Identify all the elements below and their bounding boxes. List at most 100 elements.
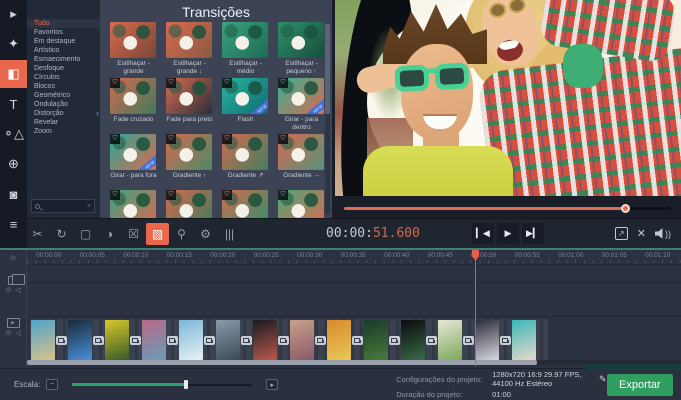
volume-icon[interactable]: )) [655, 228, 671, 239]
favorite-heart-icon[interactable]: ♡ [278, 134, 288, 144]
transition-thumb[interactable]: ♡ NEW [166, 78, 212, 114]
category-item[interactable]: Favoritos [27, 28, 100, 37]
slider-knob[interactable] [184, 380, 188, 389]
transition-badge-icon[interactable] [426, 336, 437, 345]
transition-tile[interactable]: ♡ NEW Estilhaçar - pequeno ↑ [278, 22, 325, 75]
clip-thumbnail[interactable] [216, 320, 240, 360]
category-item[interactable]: Geométrico [27, 91, 100, 100]
edit-tool-button[interactable]: ☒ [122, 223, 145, 245]
transition-tile[interactable]: ♡ NEW Girar - para fora [110, 134, 157, 187]
favorite-heart-icon[interactable]: ♡ [110, 78, 120, 88]
clip-thumbnail[interactable] [142, 320, 166, 360]
transition-tile[interactable]: ♡ NEW [278, 190, 325, 218]
favorite-heart-icon[interactable]: ♡ [222, 134, 232, 144]
edit-tool-button[interactable]: ⚲ [170, 223, 193, 245]
timeline-clip[interactable] [437, 319, 474, 361]
category-item[interactable]: Desfoque [27, 64, 100, 73]
playback-button[interactable]: ▶ [497, 223, 519, 244]
clip-thumbnail[interactable] [68, 320, 92, 360]
transition-tile[interactable]: ♡ NEW Fade cruzado [110, 78, 157, 131]
transition-thumb[interactable]: ♡ NEW [278, 134, 324, 170]
transition-badge-icon[interactable] [93, 336, 104, 345]
clip-thumbnail[interactable] [475, 320, 499, 360]
transition-tile[interactable]: ♡ NEW Estilhaçar - grande [110, 22, 157, 75]
overlay-track[interactable] [27, 283, 681, 317]
seek-handle[interactable] [621, 204, 630, 213]
timeline-clip[interactable] [30, 319, 67, 361]
transition-badge-icon[interactable] [389, 336, 400, 345]
timeline-clip[interactable] [141, 319, 178, 361]
edit-settings-icon[interactable]: ✎ [599, 374, 607, 385]
category-item[interactable]: Blocos [27, 82, 100, 91]
category-item[interactable]: Círculos [27, 73, 100, 82]
transition-thumb[interactable]: ♡ NEW [166, 22, 212, 58]
transition-badge-icon[interactable] [130, 336, 141, 345]
clip-thumbnail[interactable] [327, 320, 351, 360]
clip-thumbnail[interactable] [179, 320, 203, 360]
transition-tile[interactable]: ♡ NEW [222, 190, 269, 218]
transition-thumb[interactable]: ♡ NEW [278, 190, 324, 218]
category-item[interactable]: Esmaecimento [27, 55, 100, 64]
favorite-heart-icon[interactable]: ♡ [166, 134, 176, 144]
edit-tool-button[interactable]: ◑ [98, 223, 121, 245]
transition-badge-icon[interactable] [241, 336, 252, 345]
edit-tool-button[interactable]: ||| [218, 223, 241, 245]
transition-thumb[interactable]: ♡ NEW [222, 190, 268, 218]
favorite-heart-icon[interactable]: ♡ [166, 78, 176, 88]
transition-tile[interactable]: ♡ NEW [166, 190, 213, 218]
collapse-panel-handle[interactable]: ‹ [96, 108, 99, 118]
clip-thumbnail[interactable] [253, 320, 277, 360]
timeline-clip[interactable] [67, 319, 104, 361]
zoom-in-button[interactable]: ▸ [266, 379, 278, 390]
clip-thumbnail[interactable] [438, 320, 462, 360]
transition-thumb[interactable]: ♡ NEW [166, 190, 212, 218]
playback-button[interactable]: ▎◀ [472, 223, 494, 244]
transition-badge-icon[interactable] [500, 336, 511, 345]
clip-thumbnail[interactable] [105, 320, 129, 360]
favorite-heart-icon[interactable]: ♡ [166, 190, 176, 200]
clear-search-icon[interactable]: × [87, 203, 91, 210]
clip-thumbnail[interactable] [512, 320, 536, 360]
transition-tile[interactable]: ♡ NEW Fade para preto [166, 78, 213, 131]
transition-tile[interactable]: ♡ NEW [110, 190, 157, 218]
transition-badge-icon[interactable] [463, 336, 474, 345]
playhead[interactable] [475, 250, 476, 366]
transition-tile[interactable]: ♡ NEW Girar - para dentro [278, 78, 325, 131]
tool-rail-item[interactable]: ≡ [0, 210, 27, 238]
transition-tile[interactable]: ♡ NEW Estilhaçar - médio [222, 22, 269, 75]
transition-thumb[interactable]: ♡ NEW [222, 22, 268, 58]
scrollbar-thumb[interactable] [27, 360, 537, 365]
timeline-clip[interactable] [400, 319, 437, 361]
transition-thumb[interactable]: ♡ NEW [222, 134, 268, 170]
tool-rail-item[interactable]: ⊕ [0, 150, 27, 178]
fullscreen-icon[interactable]: ✕ [637, 227, 646, 240]
category-item[interactable]: Em destaque [27, 37, 100, 46]
clip-thumbnail[interactable] [401, 320, 425, 360]
detach-preview-icon[interactable]: ↗ [615, 227, 628, 240]
vertical-scrollbar[interactable] [325, 24, 330, 214]
scrollbar-thumb[interactable] [325, 24, 330, 114]
mute-icon[interactable]: ◁ [15, 287, 20, 295]
edit-tool-button[interactable]: ▧ [146, 223, 169, 245]
timeline-clip[interactable] [178, 319, 215, 361]
clip-thumbnail[interactable] [31, 320, 55, 360]
transition-thumb[interactable]: ♡ NEW [110, 78, 156, 114]
timeline-clip[interactable] [363, 319, 400, 361]
edit-tool-button[interactable]: ↻ [50, 223, 73, 245]
eye-icon[interactable]: ⊙ [10, 255, 16, 263]
category-item[interactable]: Zoom [27, 127, 100, 136]
favorite-heart-icon[interactable]: ♡ [278, 78, 288, 88]
timeline-clip[interactable] [326, 319, 363, 361]
export-button[interactable]: Exportar [607, 374, 673, 396]
tool-rail-item[interactable]: ⚬△ [0, 120, 27, 148]
transition-badge-icon[interactable] [56, 336, 67, 345]
transition-tile[interactable]: ♡ NEW Flash [222, 78, 269, 131]
tool-rail-item[interactable]: ✦ [0, 30, 27, 58]
tool-rail-item[interactable]: ◙ [0, 180, 27, 208]
preview-seek-bar[interactable] [344, 207, 671, 210]
favorite-heart-icon[interactable]: ♡ [222, 78, 232, 88]
timeline-clip[interactable] [104, 319, 141, 361]
clip-thumbnail[interactable] [364, 320, 388, 360]
tool-rail-item[interactable]: ◧ [0, 60, 27, 88]
edit-tool-button[interactable]: ✂ [26, 223, 49, 245]
